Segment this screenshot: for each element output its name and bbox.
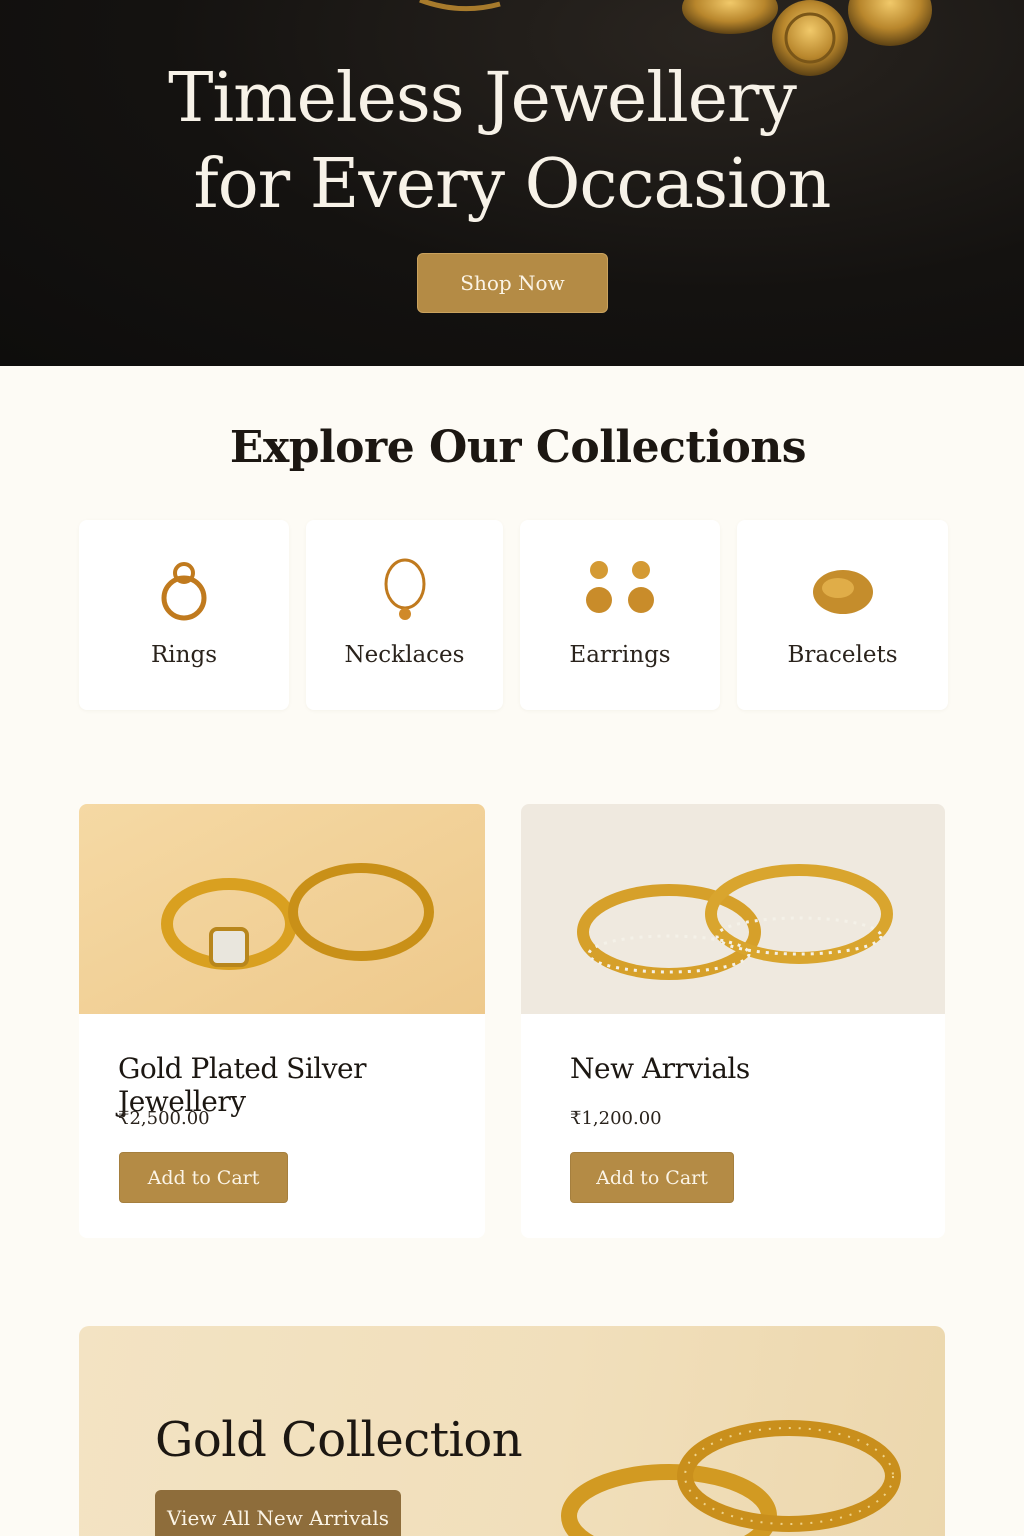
ring-icon bbox=[161, 562, 207, 621]
hero-section: Timeless Jewellery for Every Occasion Sh… bbox=[0, 0, 1024, 366]
category-card-rings[interactable]: Rings bbox=[79, 520, 289, 710]
product-card[interactable]: New Arrvials ₹1,200.00 Add to Cart bbox=[521, 804, 945, 1238]
product-price: ₹1,200.00 bbox=[570, 1108, 662, 1129]
add-to-cart-button[interactable]: Add to Cart bbox=[119, 1152, 288, 1203]
earrings-icon bbox=[586, 561, 654, 613]
category-label: Bracelets bbox=[787, 642, 898, 668]
add-to-cart-button[interactable]: Add to Cart bbox=[570, 1152, 734, 1203]
category-label: Earrings bbox=[569, 642, 671, 668]
hero-title-line2: for Every Occasion bbox=[193, 145, 832, 224]
necklace-icon bbox=[384, 558, 425, 620]
gold-collection-banner: Gold Collection View All New Arrivals bbox=[79, 1326, 945, 1536]
category-card-necklaces[interactable]: Necklaces bbox=[306, 520, 503, 710]
banner-title: Gold Collection bbox=[155, 1412, 523, 1468]
hero-title-line1: Timeless Jewellery bbox=[168, 59, 797, 138]
banner-gold-rings-image bbox=[561, 1420, 901, 1536]
collections-title: Explore Our Collections bbox=[229, 422, 807, 473]
category-label: Rings bbox=[150, 642, 217, 668]
product-name: New Arrvials bbox=[570, 1052, 750, 1085]
shop-now-button[interactable]: Shop Now bbox=[417, 253, 608, 313]
product-price: ₹2,500.00 bbox=[118, 1108, 210, 1129]
product-image-gold-bands bbox=[521, 804, 945, 1014]
category-label: Necklaces bbox=[344, 642, 465, 668]
bracelet-icon bbox=[812, 570, 873, 614]
product-image-gold-rings bbox=[79, 804, 485, 1014]
category-card-bracelets[interactable]: Bracelets bbox=[737, 520, 948, 710]
product-card[interactable]: Gold Plated Silver Jewellery ₹2,500.00 A… bbox=[79, 804, 485, 1238]
category-card-earrings[interactable]: Earrings bbox=[520, 520, 720, 710]
view-all-new-arrivals-button[interactable]: View All New Arrivals bbox=[155, 1490, 401, 1536]
